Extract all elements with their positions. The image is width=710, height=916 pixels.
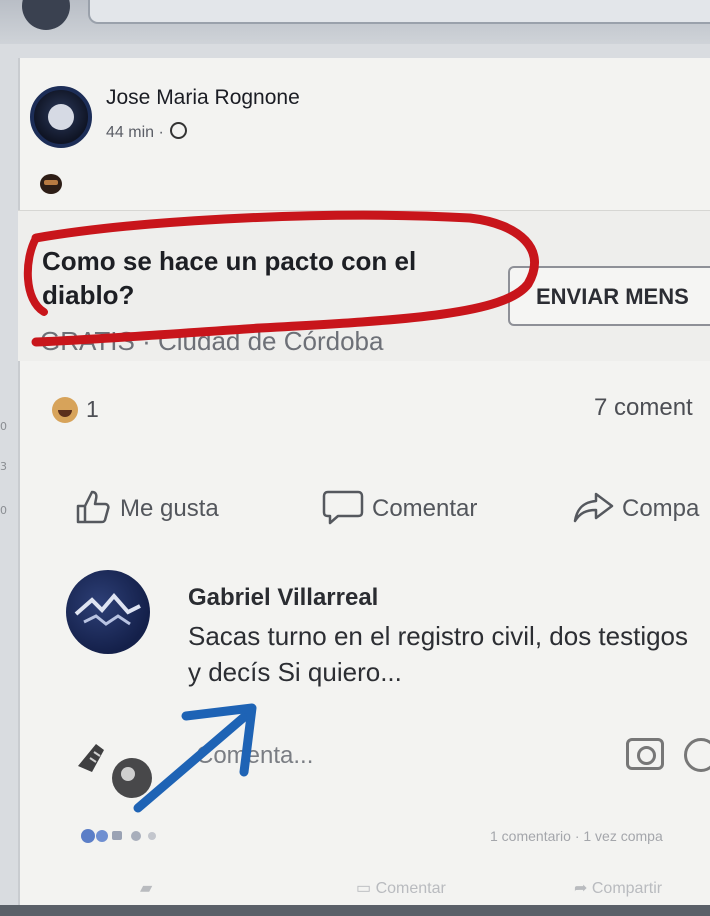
bottom-share-label: Compartir — [591, 880, 663, 897]
current-user-avatar — [74, 728, 156, 800]
reaction-icons — [81, 829, 156, 843]
thumbs-up-icon — [76, 490, 110, 524]
send-message-button[interactable]: ENVIAR MENS — [508, 266, 710, 326]
haha-reaction-icon — [52, 397, 78, 423]
bottom-like-button[interactable]: ▰ — [140, 878, 152, 898]
bottom-comment-label: Comentar — [375, 880, 446, 897]
commenter-avatar-image — [74, 592, 141, 626]
share-label: Compa — [622, 495, 700, 522]
reaction-summary[interactable]: 1 — [52, 396, 99, 423]
listing-location: GRATIS · Ciudad de Córdoba — [40, 326, 384, 356]
comment-bubble-icon: ▭ — [356, 880, 372, 897]
share-arrow-icon — [573, 492, 614, 523]
author-avatar[interactable] — [30, 86, 92, 148]
share-button[interactable]: Compa — [572, 488, 699, 526]
side-number: 3 — [0, 460, 7, 473]
post-actions: Me gusta Comentar Compa — [0, 480, 710, 530]
comment-input[interactable]: Comenta... — [196, 742, 313, 770]
reaction-count: 1 — [86, 396, 99, 422]
screen-bottom-edge — [0, 905, 710, 916]
top-search-field[interactable] — [88, 0, 710, 24]
comment-bubble-icon — [322, 490, 364, 525]
bottom-share-button[interactable]: ➦ Compartir — [574, 878, 662, 898]
sunglasses-emoji-icon — [40, 174, 62, 194]
bottom-comment-button[interactable]: ▭ Comentar — [356, 878, 446, 898]
bottom-action-bar: ▰ ▭ Comentar ➦ Compartir — [0, 868, 710, 908]
comment-text: Sacas turno en el registro civil, dos te… — [188, 621, 689, 687]
bottom-reactions[interactable] — [80, 826, 160, 846]
globe-icon — [170, 122, 188, 139]
comments-count[interactable]: 7 coment — [594, 394, 693, 422]
top-avatar[interactable] — [22, 0, 70, 30]
commenter-avatar[interactable] — [66, 570, 150, 654]
post-time-text: 44 min · — [106, 124, 164, 141]
like-button[interactable]: Me gusta — [74, 488, 219, 526]
commenter-name[interactable]: Gabriel Villarreal — [188, 584, 378, 612]
top-bar — [0, 0, 710, 44]
post-question: Como se hace un pacto con el diablo? — [42, 246, 417, 310]
comment-button[interactable]: Comentar — [322, 488, 477, 526]
share-arrow-icon: ➦ — [574, 880, 588, 897]
side-number: 0 — [0, 420, 7, 433]
thumbs-up-icon: ▰ — [140, 880, 153, 897]
current-user-avatar-image — [78, 744, 152, 798]
camera-icon[interactable] — [626, 738, 664, 770]
like-label: Me gusta — [120, 495, 219, 522]
post-author[interactable]: Jose Maria Rognone — [106, 86, 300, 110]
comment-label: Comentar — [372, 495, 478, 522]
post-time: 44 min · — [106, 122, 188, 142]
emoji-icon[interactable] — [684, 738, 710, 772]
bottom-meta: 1 comentario · 1 vez compa — [490, 828, 663, 844]
